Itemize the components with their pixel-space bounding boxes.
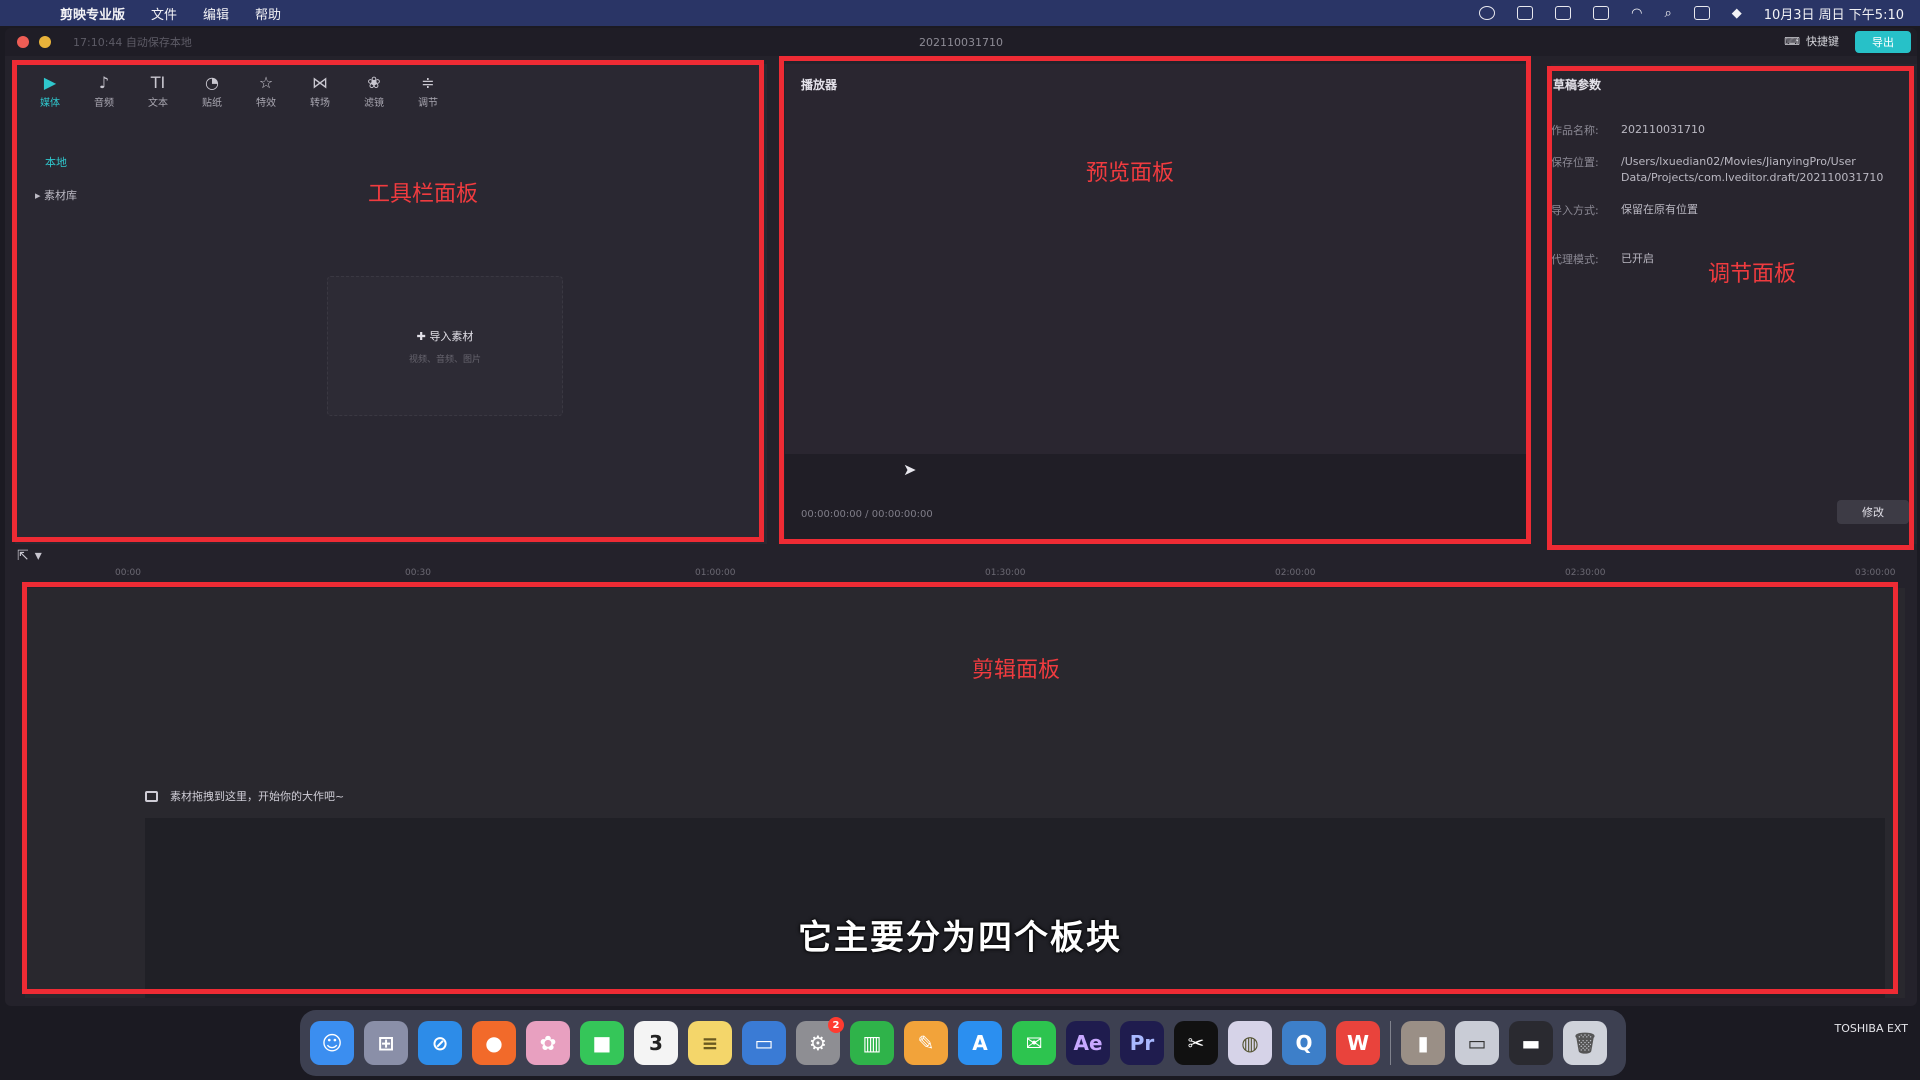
window-title: 202110031710 — [919, 35, 1003, 49]
export-button[interactable]: 导出 — [1855, 31, 1911, 53]
after-effects-icon[interactable]: Ae — [1066, 1021, 1110, 1065]
annotation-label-toolbar: 工具栏面板 — [368, 182, 479, 207]
notes-icon[interactable]: ≡ — [688, 1021, 732, 1065]
tick-label: 02:30:00 — [1565, 568, 1606, 578]
launchpad-icon[interactable]: ⊞ — [364, 1021, 408, 1065]
wifi-icon[interactable]: ◠ — [1631, 6, 1642, 21]
annotation-box-adjust — [1547, 66, 1914, 550]
shortcut-label: 快捷键 — [1806, 35, 1839, 48]
chevron-down-icon[interactable]: ▾ — [35, 548, 42, 564]
record-status-icon[interactable] — [1479, 6, 1496, 20]
facetime-icon[interactable]: ■ — [580, 1021, 624, 1065]
minimize-window-button[interactable] — [39, 36, 51, 48]
app-store-icon[interactable]: A — [958, 1021, 1002, 1065]
annotation-label-preview: 预览面板 — [1086, 161, 1175, 186]
menu-edit[interactable]: 编辑 — [203, 4, 229, 23]
tick-label: 01:30:00 — [985, 568, 1026, 578]
title-bar: 17:10:44 自动保存本地 202110031710 ⌨ 快捷键 导出 — [5, 28, 1917, 56]
system-preferences-icon[interactable]: ⚙ 2 — [796, 1017, 844, 1065]
finder-icon[interactable]: ☺ — [310, 1021, 354, 1065]
quicktime-icon[interactable]: Q — [1282, 1021, 1326, 1065]
annotation-label-adjust: 调节面板 — [1708, 262, 1797, 287]
status-area: ◠ ⌕ ◆ 10月3日 周日 下午5:10 — [1479, 4, 1904, 23]
calendar-icon[interactable]: 3 — [634, 1021, 678, 1065]
tick-label: 02:00:00 — [1275, 568, 1316, 578]
display-icon[interactable]: ▬ — [1509, 1021, 1553, 1065]
siri-icon[interactable]: ◆ — [1732, 6, 1742, 21]
tick-label: 03:00:00 — [1855, 568, 1896, 578]
shortcut-button[interactable]: ⌨ 快捷键 — [1784, 33, 1839, 49]
menu-help[interactable]: 帮助 — [255, 4, 281, 23]
select-tool-icon[interactable]: ⇱ — [17, 548, 29, 564]
annotation-box-toolbar — [12, 60, 764, 542]
safari-icon[interactable]: ⊘ — [418, 1021, 462, 1065]
menu-app-name[interactable]: 剪映专业版 — [60, 4, 125, 23]
menu-file[interactable]: 文件 — [151, 4, 177, 23]
screen-recording-icon[interactable]: ▭ — [1455, 1021, 1499, 1065]
annotation-label-edit: 剪辑面板 — [972, 658, 1061, 683]
menu-bar: 剪映专业版 文件 编辑 帮助 ◠ ⌕ ◆ 10月3日 周日 下午5:10 — [0, 0, 1920, 26]
menu-clock[interactable]: 10月3日 周日 下午5:10 — [1764, 4, 1904, 23]
annotation-box-preview — [779, 56, 1531, 544]
control-center-icon[interactable] — [1693, 6, 1710, 20]
numbers-icon[interactable]: ▥ — [850, 1021, 894, 1065]
notification-badge: 2 — [828, 1017, 844, 1033]
photos-icon[interactable]: ✿ — [526, 1021, 570, 1065]
preview-thumbnail-icon[interactable]: ▮ — [1401, 1021, 1445, 1065]
palette-icon[interactable]: ◍ — [1228, 1021, 1272, 1065]
screen-capture-icon[interactable] — [1555, 6, 1572, 20]
premiere-icon[interactable]: Pr — [1120, 1021, 1164, 1065]
wps-status-icon[interactable] — [1517, 6, 1534, 20]
close-window-button[interactable] — [17, 36, 29, 48]
dock: ☺ ⊞ ⊘ ● ✿ ■ 3 ≡ ▭ ⚙ 2 ▥ ✎ A ✉ Ae Pr ✂ ◍ … — [300, 1010, 1626, 1076]
wechat-icon[interactable]: ✉ — [1012, 1021, 1056, 1065]
video-subtitle: 它主要分为四个板块 — [798, 918, 1122, 958]
firefox-icon[interactable]: ● — [472, 1021, 516, 1065]
trash-icon[interactable]: 🗑 — [1563, 1021, 1607, 1065]
tick-label: 00:30 — [405, 568, 431, 578]
input-method-icon[interactable] — [1593, 6, 1610, 20]
gear-glyph: ⚙ — [809, 1031, 827, 1055]
capcut-icon[interactable]: ✂ — [1174, 1021, 1218, 1065]
pages-icon[interactable]: ✎ — [904, 1021, 948, 1065]
keynote-icon[interactable]: ▭ — [742, 1021, 786, 1065]
tick-label: 00:00 — [115, 568, 141, 578]
timeline-toolbar: ⇱ ▾ — [17, 548, 42, 564]
dock-separator — [1390, 1021, 1391, 1065]
tick-label: 01:00:00 — [695, 568, 736, 578]
wps-icon[interactable]: W — [1336, 1021, 1380, 1065]
external-drive-label[interactable]: TOSHIBA EXT — [1835, 1022, 1908, 1035]
keyboard-icon: ⌨ — [1784, 34, 1800, 48]
spotlight-icon[interactable]: ⌕ — [1664, 6, 1671, 21]
autosave-status: 17:10:44 自动保存本地 — [73, 36, 192, 49]
